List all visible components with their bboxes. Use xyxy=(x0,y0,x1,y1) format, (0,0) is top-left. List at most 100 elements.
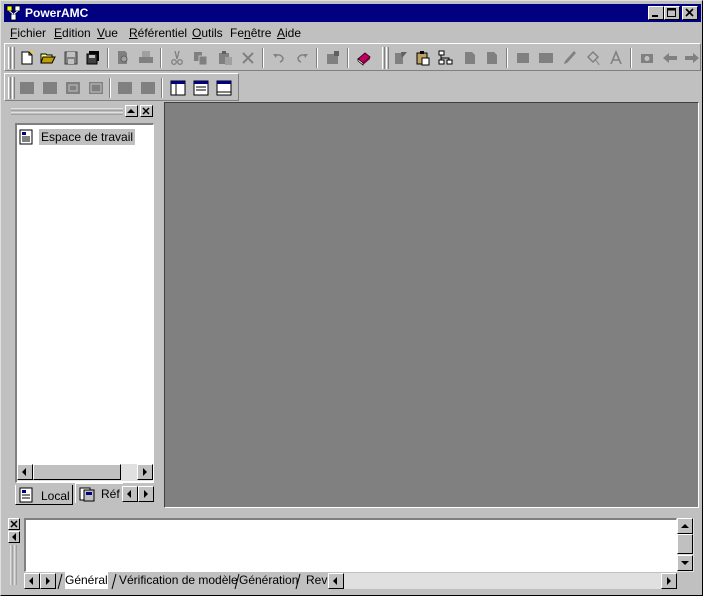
tab-scroll-right-button[interactable] xyxy=(138,486,154,502)
tab-local-label: Local xyxy=(41,489,70,503)
text-tool-button[interactable] xyxy=(606,48,626,68)
poweramc-app-icon[interactable] xyxy=(6,5,22,21)
scroll-up-button[interactable] xyxy=(677,518,693,534)
menu-edition[interactable]: Edition xyxy=(54,26,91,40)
toolbar-grip[interactable] xyxy=(386,47,389,69)
align-tool-2-button[interactable] xyxy=(40,78,60,98)
align-tool-6-button[interactable] xyxy=(138,78,158,98)
menu-outils[interactable]: Outils xyxy=(192,26,223,40)
toolbar-separator xyxy=(347,48,349,68)
diagram-tool-5-button[interactable] xyxy=(482,48,502,68)
toggle-result-button[interactable] xyxy=(214,78,234,98)
scroll-thumb[interactable] xyxy=(677,534,693,554)
framed-square-icon xyxy=(89,82,103,94)
fill-tool-button[interactable] xyxy=(583,48,603,68)
scroll-left-button[interactable] xyxy=(17,464,33,480)
framed-square-icon xyxy=(66,82,80,94)
new-button[interactable] xyxy=(17,48,37,68)
shape-tool-1-button[interactable] xyxy=(513,48,533,68)
browser-horizontal-scrollbar[interactable] xyxy=(17,464,153,481)
scroll-down-button[interactable] xyxy=(677,555,693,571)
maximize-icon xyxy=(667,8,676,17)
paste-button[interactable] xyxy=(215,48,235,68)
tab-scroll-left-button[interactable] xyxy=(122,486,138,502)
toggle-browser-button[interactable] xyxy=(168,78,188,98)
output-maximize-button[interactable] xyxy=(8,531,20,543)
square-icon xyxy=(43,82,57,94)
output-text-area[interactable] xyxy=(24,518,677,572)
tab-generation[interactable]: Génération xyxy=(239,572,298,589)
menu-aide[interactable]: Aide xyxy=(277,26,301,40)
align-tool-5-button[interactable] xyxy=(115,78,135,98)
undo-button[interactable] xyxy=(269,48,289,68)
print-button[interactable] xyxy=(136,48,156,68)
minimize-button[interactable] xyxy=(648,6,664,20)
pen-tool-button[interactable] xyxy=(560,48,580,68)
tab-model-check[interactable]: Vérification de modèle xyxy=(119,572,238,589)
tab-general[interactable]: Général xyxy=(65,572,108,589)
save-all-button[interactable] xyxy=(83,48,103,68)
shape-tool-2-button[interactable] xyxy=(536,48,556,68)
application-window: PowerAMC Fichier Edition Vue Référentiel… xyxy=(0,0,703,596)
title-bar[interactable]: PowerAMC xyxy=(4,4,701,22)
help-button[interactable] xyxy=(354,48,374,68)
mdi-workspace[interactable] xyxy=(164,102,699,508)
menu-referentiel[interactable]: Référentiel xyxy=(129,26,187,40)
toolbar-grip[interactable] xyxy=(8,77,11,99)
diagram-tool-1-button[interactable] xyxy=(391,48,411,68)
print-preview-button[interactable] xyxy=(113,48,133,68)
scroll-left-button[interactable] xyxy=(328,573,344,589)
align-tool-4-button[interactable] xyxy=(86,78,106,98)
back-button[interactable] xyxy=(660,48,680,68)
scroll-right-button[interactable] xyxy=(137,464,153,480)
menu-fichier[interactable]: Fichier xyxy=(10,26,46,40)
scroll-thumb[interactable] xyxy=(33,464,121,480)
rectangle-icon xyxy=(539,53,553,63)
toolbar-grip[interactable] xyxy=(12,47,15,69)
new-document-icon xyxy=(21,50,34,65)
diagram-tool-4-button[interactable] xyxy=(460,48,480,68)
copy-button[interactable] xyxy=(191,48,211,68)
browser-close-button[interactable] xyxy=(140,105,153,117)
tab-repository[interactable]: Réf xyxy=(75,483,123,503)
copy-icon xyxy=(194,52,208,66)
align-tool-1-button[interactable] xyxy=(17,78,37,98)
align-tool-3-button[interactable] xyxy=(63,78,83,98)
output-horizontal-scrollbar[interactable] xyxy=(328,573,677,589)
properties-button[interactable] xyxy=(323,48,343,68)
close-button[interactable] xyxy=(682,6,698,20)
toolbar-grip[interactable] xyxy=(8,47,11,69)
triangle-left-icon xyxy=(12,533,16,541)
redo-button[interactable] xyxy=(292,48,312,68)
browser-tree[interactable]: Espace de travail xyxy=(15,123,154,483)
cut-button[interactable] xyxy=(167,48,187,68)
browser-maximize-button[interactable] xyxy=(125,105,138,117)
output-vertical-scrollbar[interactable] xyxy=(677,518,694,572)
maximize-button[interactable] xyxy=(664,6,680,20)
toolbar-separator xyxy=(107,48,109,68)
pen-icon xyxy=(564,51,576,64)
output-tab-scroll-right-button[interactable] xyxy=(40,573,56,589)
arrow-right-icon xyxy=(144,490,148,498)
delete-button[interactable] xyxy=(238,48,258,68)
print-preview-icon xyxy=(118,51,128,64)
diagram-tool-3-button[interactable] xyxy=(436,48,456,68)
hierarchy-icon xyxy=(438,50,453,65)
forward-button[interactable] xyxy=(682,48,702,68)
open-button[interactable] xyxy=(38,48,58,68)
toolbar-grip[interactable] xyxy=(382,47,385,69)
camera-tool-button[interactable] xyxy=(637,48,657,68)
diagram-tool-2-button[interactable] xyxy=(413,48,433,68)
layout-toolbar xyxy=(4,73,239,101)
menu-vue[interactable]: Vue xyxy=(97,26,118,40)
scroll-right-button[interactable] xyxy=(661,573,677,589)
output-tab-scroll-left-button[interactable] xyxy=(24,573,40,589)
arrow-left-icon xyxy=(333,577,337,585)
toolbar-grip[interactable] xyxy=(12,77,15,99)
toggle-output-button[interactable] xyxy=(191,78,211,98)
output-close-button[interactable] xyxy=(8,518,20,530)
save-button[interactable] xyxy=(61,48,81,68)
tab-reverse[interactable]: Rev xyxy=(306,572,327,589)
menu-fenetre[interactable]: Fenêtre xyxy=(230,26,271,40)
tab-local[interactable]: Local xyxy=(15,485,73,505)
